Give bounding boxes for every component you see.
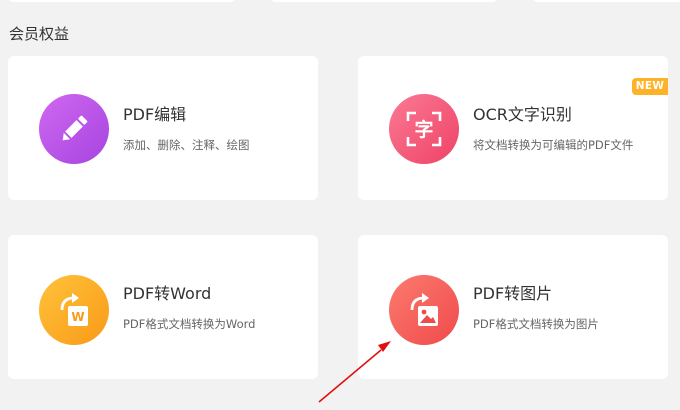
ocr-desc: 将文档转换为可编辑的PDF文件: [473, 138, 634, 152]
word-icon-letter: W: [71, 310, 84, 324]
pdf-to-word-icon-circle: W: [39, 275, 109, 345]
pdf-edit-desc: 添加、删除、注释、绘图: [123, 138, 250, 152]
image-convert-icon: [410, 293, 438, 326]
pdf-edit-icon-circle: [39, 94, 109, 164]
word-convert-icon: W: [60, 293, 88, 326]
previous-row-card-middle: [270, 0, 498, 2]
pdf-to-image-card[interactable]: PDF转图片 PDF格式文档转换为图片: [358, 235, 668, 379]
pdf-edit-title: PDF编辑: [123, 105, 187, 124]
new-badge: NEW: [632, 78, 668, 95]
ocr-icon-char: 字: [414, 118, 433, 141]
ocr-character-icon: 字: [406, 111, 442, 147]
ocr-icon-circle: 字: [389, 94, 459, 164]
pdf-to-image-title: PDF转图片: [473, 284, 553, 303]
ocr-card[interactable]: NEW 字 OCR文字识别 将文档转换为可编辑的PDF文件: [358, 56, 668, 200]
pdf-to-word-card[interactable]: W PDF转Word PDF格式文档转换为Word: [8, 235, 318, 379]
section-title: 会员权益: [9, 25, 70, 43]
previous-row-card-right: [532, 0, 680, 2]
pdf-to-word-desc: PDF格式文档转换为Word: [123, 317, 256, 331]
pdf-to-image-desc: PDF格式文档转换为图片: [473, 317, 599, 331]
pdf-to-word-title: PDF转Word: [123, 284, 212, 303]
previous-row-card-left: [8, 0, 236, 2]
pencil-icon: [62, 115, 88, 141]
ocr-title: OCR文字识别: [473, 105, 572, 124]
pdf-to-image-icon-circle: [389, 275, 459, 345]
pdf-edit-card[interactable]: PDF编辑 添加、删除、注释、绘图: [8, 56, 318, 200]
